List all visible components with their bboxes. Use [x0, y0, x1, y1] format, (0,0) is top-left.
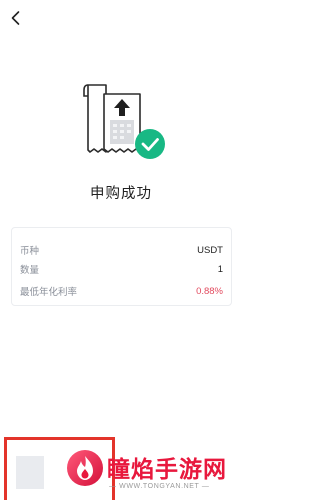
watermark-name: 瞳焰手游网 — [107, 457, 227, 483]
detail-value: 0.88% — [196, 285, 223, 297]
detail-row-min-annual-rate: 最低年化利率 0.88% — [20, 283, 223, 299]
detail-value: USDT — [197, 244, 223, 256]
watermark-url: — WWW.TONGYAN.NET — — [109, 483, 210, 490]
watermark-logo: 瞳焰手游网 — WWW.TONGYAN.NET — — [66, 448, 242, 500]
back-button[interactable] — [6, 8, 26, 28]
detail-label: 币种 — [20, 246, 40, 257]
receipt-success-icon — [80, 82, 172, 166]
success-title: 申购成功 — [90, 186, 152, 202]
detail-label: 数量 — [20, 265, 40, 276]
detail-row-quantity: 数量 1 — [20, 261, 223, 277]
flame-logo-icon — [67, 450, 103, 486]
watermark-placeholder — [16, 456, 44, 489]
chevron-left-icon — [11, 11, 20, 25]
subscription-detail-card: 币种 USDT 数量 1 最低年化利率 0.88% — [11, 227, 232, 306]
detail-row-currency: 币种 USDT — [20, 242, 223, 258]
detail-label: 最低年化利率 — [20, 287, 78, 298]
detail-value: 1 — [217, 263, 223, 275]
